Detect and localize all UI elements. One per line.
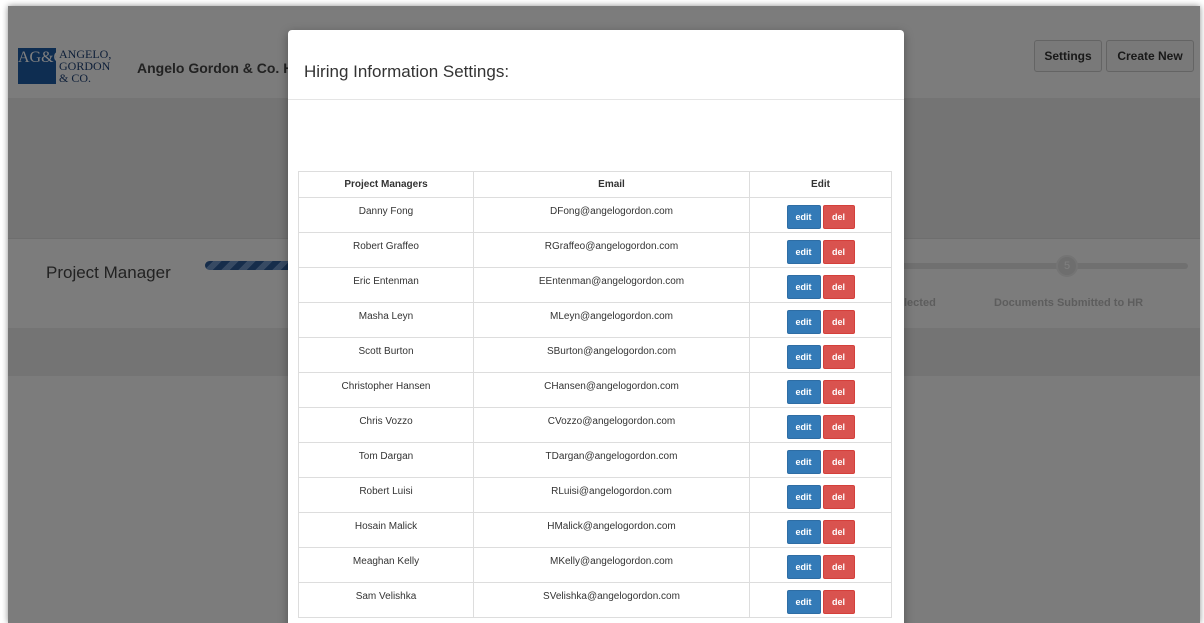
project-manager-name: Masha Leyn	[298, 302, 474, 338]
column-header-edit: Edit	[749, 171, 892, 198]
app-window: AG&Co ANGELO, GORDON & CO. Angelo Gordon…	[8, 6, 1200, 623]
row-actions: edit del	[749, 582, 892, 618]
project-manager-name: Meaghan Kelly	[298, 547, 474, 583]
project-manager-name: Robert Luisi	[298, 477, 474, 513]
row-actions: edit del	[749, 197, 892, 233]
table-row: Robert Luisi RLuisi@angelogordon.com edit d…	[298, 477, 892, 513]
edit-button[interactable]: edit	[786, 205, 821, 229]
project-manager-name: Chris Vozzo	[298, 407, 474, 443]
delete-button[interactable]: del	[822, 520, 855, 544]
row-actions: edit del	[749, 407, 892, 443]
delete-button[interactable]: del	[822, 450, 855, 474]
row-actions: edit del	[749, 547, 892, 583]
table-header-row: Project Managers Email Edit	[298, 171, 892, 198]
project-manager-email: MLeyn@angelogordon.com	[473, 302, 750, 338]
edit-button[interactable]: edit	[786, 415, 821, 439]
column-header-project-managers: Project Managers	[298, 171, 474, 198]
table-row: Christopher Hansen CHansen@angelogordon.c…	[298, 372, 892, 408]
edit-button[interactable]: edit	[786, 485, 821, 509]
table-row: Tom Dargan TDargan@angelogordon.com edit de…	[298, 442, 892, 478]
delete-button[interactable]: del	[822, 485, 855, 509]
row-actions: edit del	[749, 442, 892, 478]
table-row: Hosain Malick HMalick@angelogordon.com edi…	[298, 512, 892, 548]
project-manager-name: Eric Entenman	[298, 267, 474, 303]
project-manager-name: Robert Graffeo	[298, 232, 474, 268]
edit-button[interactable]: edit	[786, 275, 821, 299]
project-manager-email: DFong@angelogordon.com	[473, 197, 750, 233]
project-manager-email: TDargan@angelogordon.com	[473, 442, 750, 478]
edit-button[interactable]: edit	[786, 345, 821, 369]
project-manager-name: Scott Burton	[298, 337, 474, 373]
table-body: Danny Fong DFong@angelogordon.com edit del R…	[298, 197, 892, 618]
table-row: Eric Entenman EEntenman@angelogordon.com e…	[298, 267, 892, 303]
project-manager-name: Sam Velishka	[298, 582, 474, 618]
delete-button[interactable]: del	[822, 590, 855, 614]
edit-button[interactable]: edit	[786, 555, 821, 579]
delete-button[interactable]: del	[822, 310, 855, 334]
table-row: Masha Leyn MLeyn@angelogordon.com edit del	[298, 302, 892, 338]
row-actions: edit del	[749, 232, 892, 268]
delete-button[interactable]: del	[822, 345, 855, 369]
row-actions: edit del	[749, 512, 892, 548]
table-row: Danny Fong DFong@angelogordon.com edit del	[298, 197, 892, 233]
edit-button[interactable]: edit	[786, 310, 821, 334]
modal-title: Hiring Information Settings:	[304, 62, 510, 81]
delete-button[interactable]: del	[822, 240, 855, 264]
project-manager-name: Christopher Hansen	[298, 372, 474, 408]
delete-button[interactable]: del	[822, 555, 855, 579]
row-actions: edit del	[749, 337, 892, 373]
project-manager-email: SBurton@angelogordon.com	[473, 337, 750, 373]
project-manager-email: SVelishka@angelogordon.com	[473, 582, 750, 618]
project-manager-email: MKelly@angelogordon.com	[473, 547, 750, 583]
project-manager-email: EEntenman@angelogordon.com	[473, 267, 750, 303]
delete-button[interactable]: del	[822, 380, 855, 404]
row-actions: edit del	[749, 372, 892, 408]
edit-button[interactable]: edit	[786, 450, 821, 474]
row-actions: edit del	[749, 302, 892, 338]
table-row: Scott Burton SBurton@angelogordon.com edit…	[298, 337, 892, 373]
delete-button[interactable]: del	[822, 415, 855, 439]
project-manager-name: Danny Fong	[298, 197, 474, 233]
project-manager-name: Hosain Malick	[298, 512, 474, 548]
edit-button[interactable]: edit	[786, 380, 821, 404]
project-manager-email: CHansen@angelogordon.com	[473, 372, 750, 408]
row-actions: edit del	[749, 477, 892, 513]
table-row: Chris Vozzo CVozzo@angelogordon.com edit de…	[298, 407, 892, 443]
modal-header: Hiring Information Settings:	[288, 30, 904, 100]
edit-button[interactable]: edit	[786, 590, 821, 614]
delete-button[interactable]: del	[822, 275, 855, 299]
project-managers-table: Project Managers Email Edit Danny Fong DF…	[298, 171, 892, 618]
project-manager-email: CVozzo@angelogordon.com	[473, 407, 750, 443]
project-manager-name: Tom Dargan	[298, 442, 474, 478]
table-row: Robert Graffeo RGraffeo@angelogordon.com e…	[298, 232, 892, 268]
table-row: Sam Velishka SVelishka@angelogordon.com ed…	[298, 582, 892, 618]
row-actions: edit del	[749, 267, 892, 303]
table-row: Meaghan Kelly MKelly@angelogordon.com edit…	[298, 547, 892, 583]
project-manager-email: RGraffeo@angelogordon.com	[473, 232, 750, 268]
project-manager-email: HMalick@angelogordon.com	[473, 512, 750, 548]
edit-button[interactable]: edit	[786, 240, 821, 264]
settings-modal: Hiring Information Settings: Project Man…	[288, 30, 904, 623]
edit-button[interactable]: edit	[786, 520, 821, 544]
project-manager-email: RLuisi@angelogordon.com	[473, 477, 750, 513]
delete-button[interactable]: del	[822, 205, 855, 229]
column-header-email: Email	[473, 171, 750, 198]
